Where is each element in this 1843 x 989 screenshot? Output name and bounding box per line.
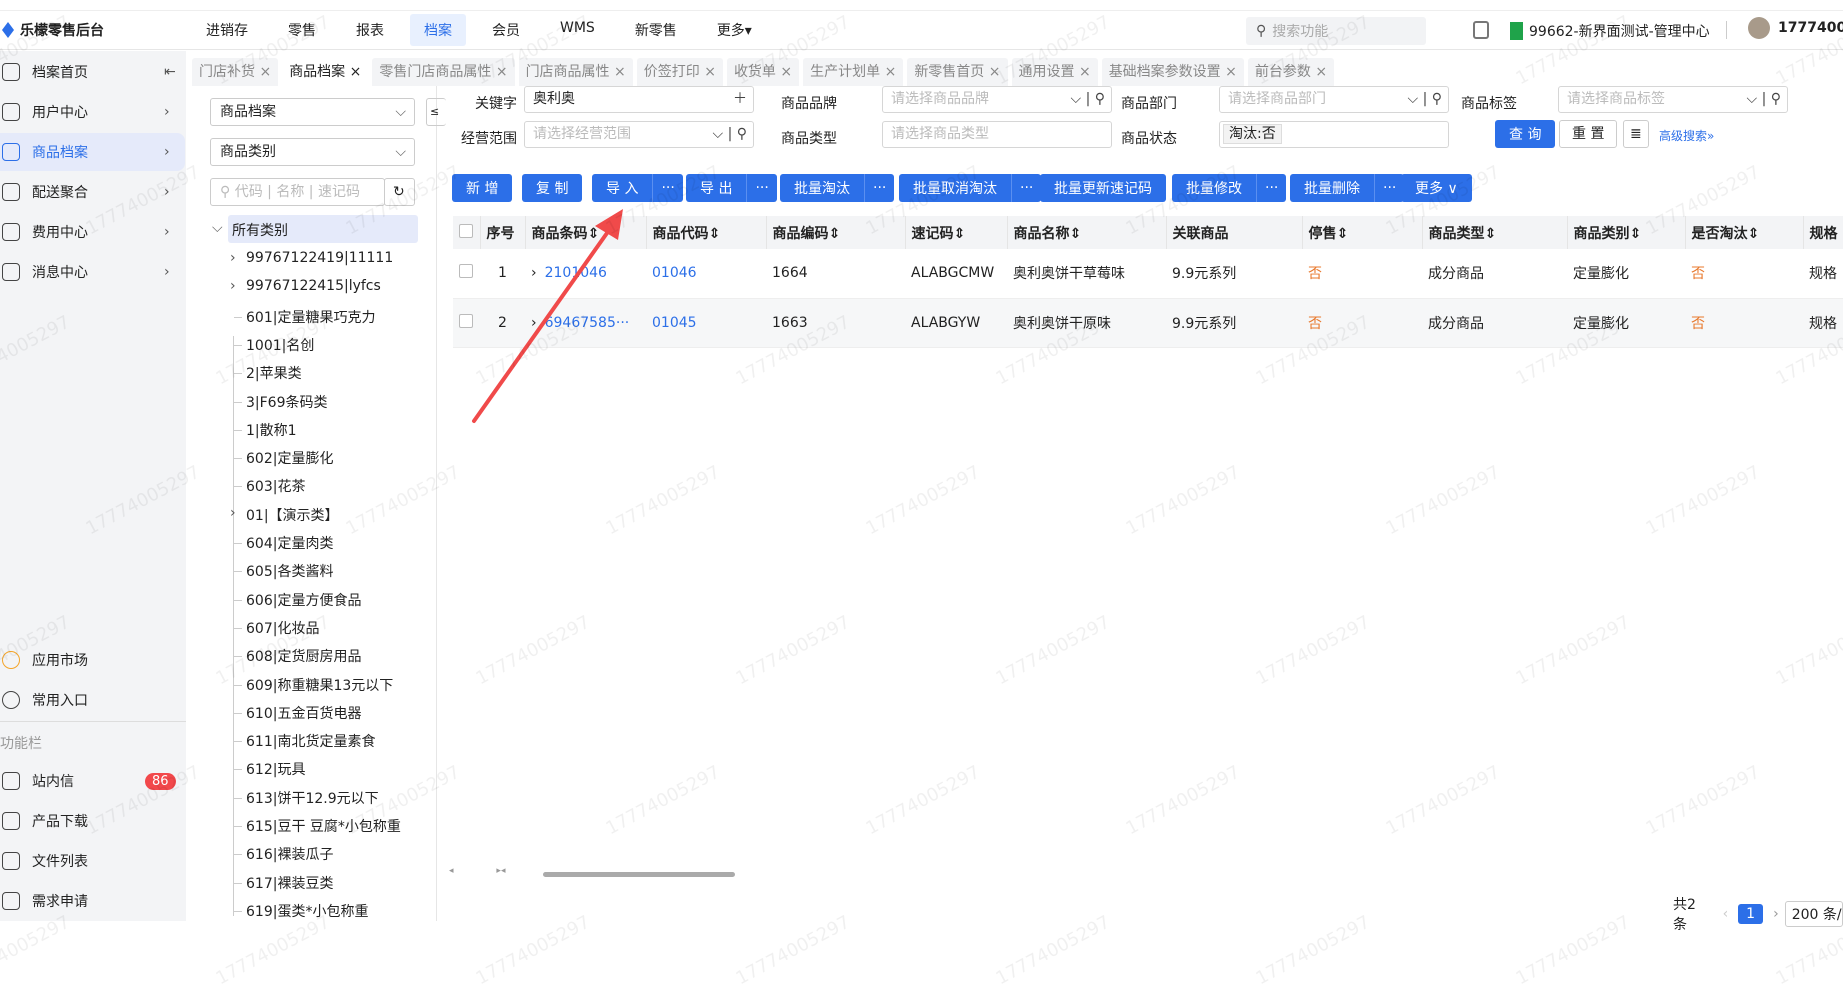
watermark: 17774005297: [1252, 911, 1374, 989]
watermark: 17774005297: [1512, 911, 1634, 989]
watermark: 17774005297: [212, 911, 334, 989]
watermark: 17774005297: [472, 911, 594, 989]
watermark: 17774005297: [992, 911, 1114, 989]
annotation-arrow: [472, 209, 623, 423]
watermark: 17774005297: [0, 911, 74, 989]
watermark: 17774005297: [732, 911, 854, 989]
